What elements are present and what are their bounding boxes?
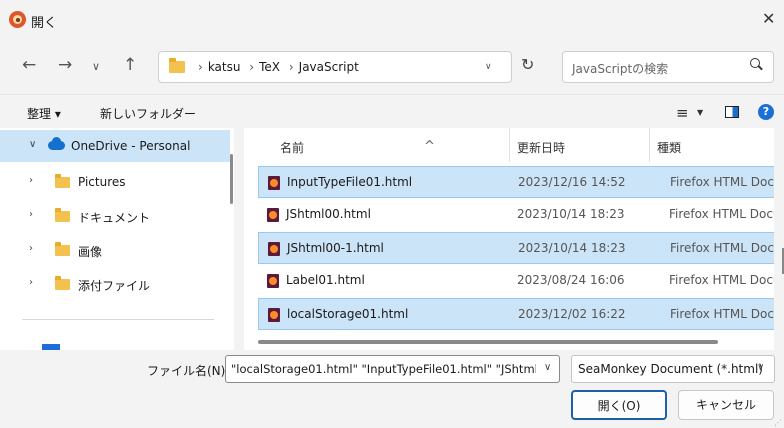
horizontal-scrollbar[interactable]	[258, 340, 718, 344]
chevron-down-icon[interactable]: ∨	[485, 62, 492, 72]
sidebar-item-label: OneDrive - Personal	[71, 139, 191, 153]
back-arrow-icon[interactable]: ←	[22, 55, 36, 75]
chevron-right-icon[interactable]: ›	[29, 209, 33, 220]
filename-input[interactable]: "localStorage01.html" "InputTypeFile01.h…	[225, 355, 560, 383]
sidebar-item-partial[interactable]	[42, 342, 162, 350]
sidebar-item-label: ドキュメント	[78, 211, 151, 225]
column-divider[interactable]	[509, 128, 510, 162]
cancel-button[interactable]: キャンセル	[678, 390, 774, 420]
breadcrumb-separator: ›	[198, 60, 203, 74]
column-header-modified[interactable]: 更新日時	[517, 139, 565, 156]
sidebar-divider	[22, 319, 214, 320]
chevron-down-icon[interactable]: ▼	[697, 108, 703, 117]
recent-locations-chevron-icon[interactable]: ∨	[92, 60, 100, 73]
folder-icon	[55, 174, 70, 188]
breadcrumb-separator: ›	[249, 60, 255, 74]
file-type: Firefox HTML Document	[669, 273, 774, 287]
app-icon	[9, 11, 26, 28]
file-modified: 2023/10/14 18:23	[518, 241, 626, 255]
search-input[interactable]: JavaScriptの検索	[562, 51, 774, 83]
file-name: InputTypeFile01.html	[287, 175, 413, 189]
title-bar: 開く ✕	[0, 0, 784, 40]
column-divider[interactable]	[649, 128, 650, 162]
file-row-jshtml00-1[interactable]: JShtml00-1.html 2023/10/14 18:23 Firefox…	[258, 232, 774, 264]
navigation-bar: ← → ∨ ↑ › katsu › TeX › JavaScript ∨ ↻ Java…	[0, 40, 784, 94]
chevron-down-icon[interactable]: ∨	[29, 139, 36, 150]
forward-arrow-icon[interactable]: →	[58, 55, 72, 75]
chevron-right-icon[interactable]: ›	[29, 277, 33, 288]
help-icon[interactable]: ?	[758, 104, 774, 120]
breadcrumb-javascript[interactable]: JavaScript	[299, 60, 359, 74]
file-row-jshtml00[interactable]: JShtml00.html 2023/10/14 18:23 Firefox H…	[258, 199, 774, 231]
breadcrumb-tex[interactable]: TeX	[259, 60, 280, 74]
file-modified: 2023/08/24 16:06	[517, 273, 625, 287]
html-file-icon	[268, 308, 280, 322]
file-type-select[interactable]: SeaMonkey Document (*.html) ∨	[571, 355, 775, 383]
html-file-icon	[268, 242, 280, 256]
command-bar: 整理 ▾ 新しいフォルダー ≡ ▼ ?	[0, 94, 784, 128]
sidebar-item-pictures[interactable]: › Pictures	[0, 166, 230, 198]
html-file-icon	[267, 274, 279, 288]
column-header-name[interactable]: 名前	[280, 139, 304, 156]
cloud-icon	[48, 137, 65, 150]
filename-label: ファイル名(N):	[147, 364, 230, 378]
file-type: Firefox HTML Document	[670, 175, 774, 189]
resize-grip-icon[interactable]: ⋰	[774, 418, 782, 427]
file-name: JShtml00-1.html	[287, 241, 384, 255]
window-title: 開く	[31, 16, 58, 31]
refresh-icon[interactable]: ↻	[521, 55, 534, 74]
folder-icon	[55, 242, 70, 256]
sidebar-item-images[interactable]: › 画像	[0, 234, 230, 266]
sidebar-item-label: 添付ファイル	[78, 279, 151, 293]
sidebar-item-attachments[interactable]: › 添付ファイル	[0, 268, 230, 300]
chevron-down-icon[interactable]: ∨	[757, 362, 764, 373]
file-modified: 2023/12/02 16:22	[518, 307, 626, 321]
filename-value: "localStorage01.html" "InputTypeFile01.h…	[231, 362, 536, 376]
file-name: Label01.html	[286, 273, 365, 287]
file-type: Firefox HTML Document	[669, 207, 774, 221]
preview-pane-icon[interactable]	[725, 106, 739, 118]
sidebar-scrollbar[interactable]	[230, 154, 233, 204]
up-arrow-icon[interactable]: ↑	[123, 55, 137, 75]
close-icon[interactable]: ✕	[762, 9, 775, 28]
breadcrumb: › katsu › TeX › JavaScript	[193, 60, 359, 74]
sidebar-item-label: 画像	[78, 245, 103, 259]
file-name: localStorage01.html	[287, 307, 409, 321]
file-row-label01[interactable]: Label01.html 2023/08/24 16:06 Firefox HT…	[258, 265, 774, 297]
file-row-inputtypefile01[interactable]: InputTypeFile01.html 2023/12/16 14:52 Fi…	[258, 166, 774, 198]
file-modified: 2023/10/14 18:23	[517, 207, 625, 221]
folder-icon	[169, 58, 185, 73]
column-header-type[interactable]: 種類	[657, 139, 681, 156]
folder-icon	[55, 276, 70, 290]
file-modified: 2023/12/16 14:52	[518, 175, 626, 189]
file-type: Firefox HTML Document	[670, 307, 774, 321]
address-bar[interactable]: › katsu › TeX › JavaScript ∨	[158, 51, 512, 83]
search-icon	[750, 58, 762, 70]
sidebar-item-documents[interactable]: › ドキュメント	[0, 200, 230, 232]
html-file-icon	[267, 208, 279, 222]
html-file-icon	[268, 176, 280, 190]
new-folder-button[interactable]: 新しいフォルダー	[100, 105, 196, 122]
open-button[interactable]: 開く(O)	[571, 390, 667, 420]
view-options-icon[interactable]: ≡	[676, 104, 689, 122]
search-placeholder: JavaScriptの検索	[572, 62, 669, 76]
breadcrumb-separator: ›	[288, 60, 294, 74]
breadcrumb-katsu[interactable]: katsu	[208, 60, 241, 74]
chevron-down-icon[interactable]: ∨	[544, 362, 551, 373]
column-header-row: 名前 ^ 更新日時 種類	[244, 128, 774, 162]
sidebar-item-label: Pictures	[78, 175, 126, 189]
chevron-right-icon[interactable]: ›	[29, 175, 33, 186]
file-list: 名前 ^ 更新日時 種類 InputTypeFile01.html 2023/1…	[244, 128, 774, 350]
organize-button[interactable]: 整理 ▾	[27, 105, 61, 122]
file-type: Firefox HTML Document	[670, 241, 774, 255]
file-type-value: SeaMonkey Document (*.html)	[578, 362, 763, 376]
dialog-footer: ファイル名(N): "localStorage01.html" "InputTy…	[0, 350, 784, 428]
sidebar-item-onedrive[interactable]: ∨ OneDrive - Personal	[0, 130, 230, 162]
chevron-right-icon[interactable]: ›	[29, 243, 33, 254]
sort-ascending-icon: ^	[424, 139, 435, 154]
file-name: JShtml00.html	[286, 207, 371, 221]
folder-icon	[55, 208, 70, 222]
file-row-localstorage01[interactable]: localStorage01.html 2023/12/02 16:22 Fir…	[258, 298, 774, 330]
navigation-pane: ∨ OneDrive - Personal › Pictures › ドキュメン…	[0, 128, 234, 350]
